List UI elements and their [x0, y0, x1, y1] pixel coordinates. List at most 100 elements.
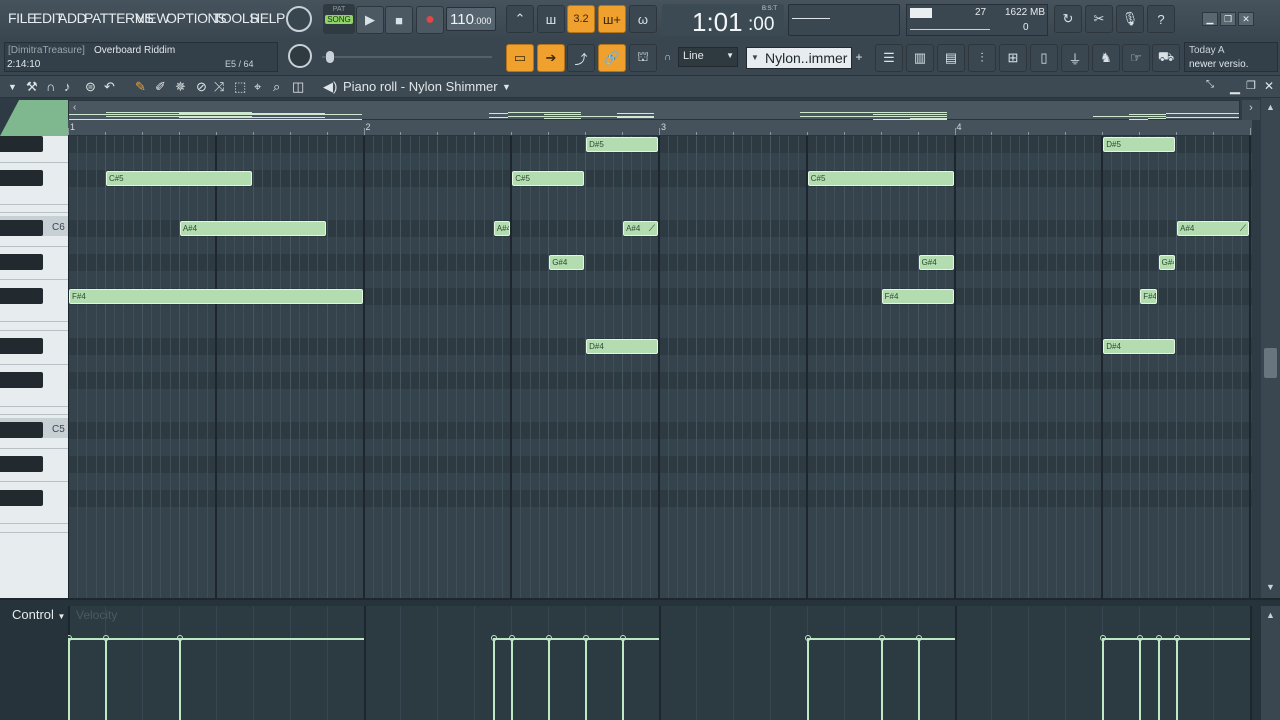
countdown-button[interactable]: 3.2 [567, 5, 595, 33]
scroll-left-icon[interactable]: ‹ [73, 102, 76, 113]
scroll-down-icon[interactable]: ▼ [1266, 582, 1275, 592]
playlist-window-button[interactable]: ☰ [875, 44, 903, 72]
maximize-button[interactable]: ❐ [1220, 12, 1236, 26]
pattern-overview-scroll[interactable]: ‹ [68, 100, 1240, 122]
step-edit-button[interactable]: ш+ [598, 5, 626, 33]
black-key[interactable] [0, 287, 43, 304]
note[interactable]: D#5 [1103, 137, 1176, 153]
undo-icon[interactable]: ↶ [104, 79, 115, 95]
tutorial-button[interactable]: ☞ [1122, 44, 1150, 72]
time-ruler[interactable]: 12345 [68, 120, 1252, 136]
note-grid[interactable]: C#6A#5F#5C#5A#4F#4A#5C#6G#5D#5A#5⟋A#4C#5… [68, 136, 1252, 598]
paint-icon[interactable]: ✐ [155, 79, 166, 95]
menu-file[interactable]: FILE [8, 10, 36, 26]
master-volume-knob[interactable] [286, 6, 312, 32]
note[interactable]: A#4 ⟋ [1177, 221, 1249, 237]
snap-curve-button[interactable]: ⤴ [567, 44, 595, 72]
link-button[interactable]: 🔗 [598, 44, 626, 72]
browser-button[interactable]: ⊞ [999, 44, 1027, 72]
select-tool-icon[interactable]: ⬚ [234, 79, 246, 95]
pitch-slider[interactable] [322, 51, 492, 63]
black-key[interactable] [0, 371, 43, 388]
note[interactable]: D#4 [586, 339, 658, 355]
velocity-bar[interactable] [68, 638, 70, 720]
add-channel-button[interactable]: + [852, 47, 866, 69]
help-button[interactable]: ? [1147, 5, 1175, 33]
project-notes-button[interactable]: ▯ [1030, 44, 1058, 72]
news-panel[interactable]: Today A newer versio. [1184, 42, 1278, 72]
velocity-bar[interactable] [511, 638, 514, 720]
metronome-button[interactable]: ⌃ [506, 5, 534, 33]
vertical-scrollbar[interactable]: ▲ ▼ [1261, 98, 1280, 598]
note[interactable]: C#5 [807, 171, 954, 186]
pat-song-switch[interactable]: PAT SONG [323, 4, 355, 34]
zoom-tool-icon[interactable]: ⌖ [254, 79, 261, 95]
delete-tool-icon[interactable]: ✵ [175, 79, 186, 95]
stop-button[interactable]: ■ [385, 6, 413, 34]
piano-keyboard[interactable]: C6 C5 [0, 136, 68, 598]
black-key[interactable] [0, 170, 43, 186]
maximize-icon[interactable]: ❐ [1246, 79, 1256, 92]
magnet-icon[interactable]: ∩ [46, 79, 55, 94]
speaker-icon[interactable]: ◀) [323, 79, 337, 95]
velocity-lane[interactable]: Velocity [68, 606, 1252, 720]
menu-add[interactable]: ADD [58, 10, 87, 26]
note[interactable]: C#5 [105, 171, 252, 186]
record-button[interactable]: ● [416, 6, 444, 34]
note[interactable]: A#4 [493, 221, 511, 237]
performance-button[interactable]: ♞ [1092, 44, 1120, 72]
velocity-bar[interactable] [492, 638, 495, 720]
black-key[interactable] [0, 422, 43, 439]
cut-tools-button[interactable]: ✂ [1085, 5, 1113, 33]
minimize-icon[interactable]: ▁ [1230, 79, 1240, 95]
close-button[interactable]: ✕ [1238, 12, 1254, 26]
loop-record-button[interactable]: ω [629, 5, 657, 33]
playback-tool-icon[interactable]: ◫ [292, 79, 304, 95]
piano-roll-title[interactable]: Piano roll - Nylon Shimmer [343, 79, 498, 94]
song-position-display[interactable]: 1:01 :00 B:S:T [662, 4, 784, 37]
velocity-bar[interactable] [178, 638, 181, 720]
close-icon[interactable]: ✕ [1264, 79, 1274, 93]
playlist-button[interactable]: ▭ [506, 44, 534, 72]
snap-mode-select[interactable]: Line ▼ [678, 47, 738, 67]
channel-rack-button[interactable]: ▤ [937, 44, 965, 72]
note-icon[interactable]: ♪ [64, 79, 71, 94]
chevron-down-icon[interactable]: ▼ [502, 82, 511, 92]
pr-menu-arrow-icon[interactable]: ▼ [8, 82, 17, 92]
black-key[interactable] [0, 254, 43, 271]
note[interactable]: A#4 ⟋ [623, 221, 658, 237]
wait-input-button[interactable]: ш [537, 5, 565, 33]
note[interactable]: D#5 [586, 137, 658, 153]
velocity-bar[interactable] [1157, 638, 1160, 720]
note[interactable]: F#4 [881, 288, 954, 304]
scroll-right-button[interactable]: › [1242, 100, 1260, 120]
velocity-bar[interactable] [880, 638, 883, 720]
velocity-bar[interactable] [917, 638, 920, 720]
channel-selector[interactable]: ▼ Nylon..immer [746, 47, 852, 69]
play-button[interactable]: ▶ [356, 6, 384, 34]
scroll-up-icon[interactable]: ▲ [1266, 610, 1275, 620]
velocity-bar[interactable] [622, 638, 625, 720]
mixer-button[interactable]: ⫶ [968, 44, 996, 72]
plugin-button[interactable]: ⏚ [1061, 44, 1089, 72]
mute-tool-icon[interactable]: ⊘ [196, 79, 207, 95]
note[interactable]: C#5 [512, 171, 585, 186]
master-pitch-knob[interactable] [288, 44, 312, 68]
tempo-display[interactable]: 110 .000 [446, 7, 496, 31]
wrench-icon[interactable]: ⚒ [26, 79, 38, 95]
zoom-glass-icon[interactable]: ⌕ [273, 79, 280, 95]
shop-button[interactable]: ⛟ [1152, 44, 1180, 72]
velocity-bar[interactable] [1139, 638, 1142, 720]
audio-input-button[interactable]: 🎙 [1116, 5, 1144, 33]
black-key[interactable] [0, 220, 43, 237]
velocity-bar[interactable] [806, 638, 809, 720]
velocity-bar[interactable] [1176, 638, 1179, 720]
velocity-bar[interactable] [548, 638, 551, 720]
note[interactable]: F#4 [69, 288, 363, 304]
note[interactable]: G#4 [1158, 255, 1176, 271]
black-key[interactable] [0, 338, 43, 355]
loop-icon[interactable]: ⊜ [85, 79, 96, 95]
control-target-select[interactable]: Control ▼ [12, 607, 65, 622]
velocity-bar[interactable] [1102, 638, 1105, 720]
slice-tool-icon[interactable]: ⤨ [214, 79, 224, 95]
